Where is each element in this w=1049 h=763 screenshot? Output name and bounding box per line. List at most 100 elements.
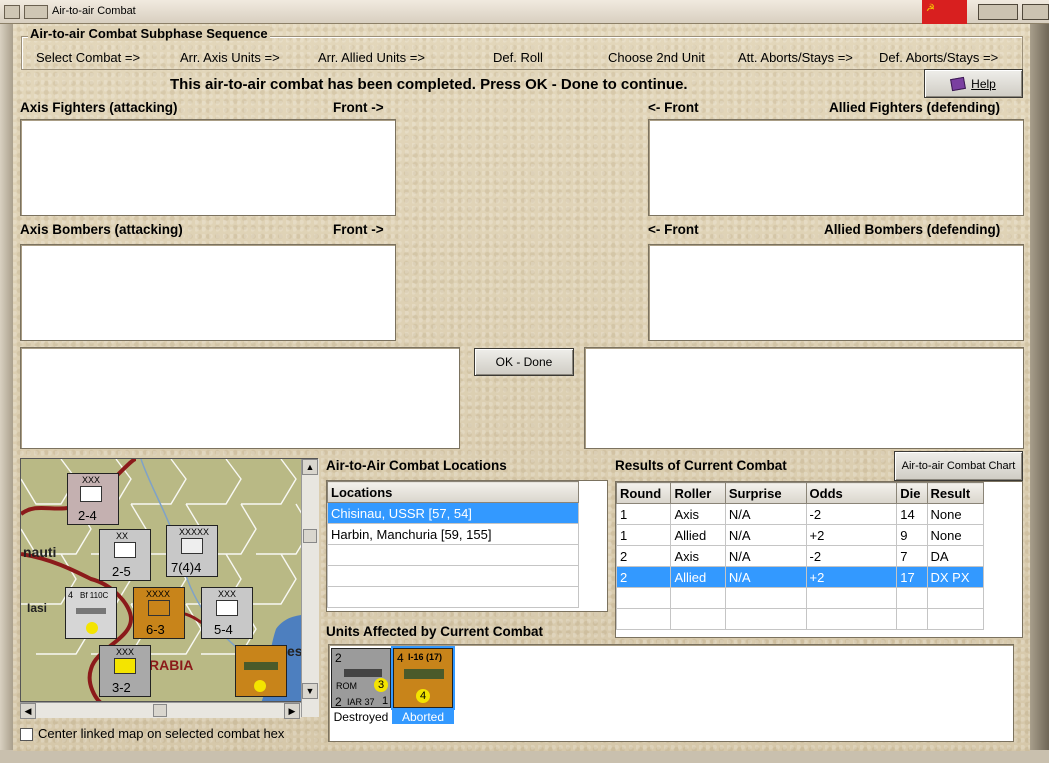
strength-dot [254, 680, 266, 692]
scroll-left-icon[interactable]: ◀ [20, 703, 36, 719]
location-row-empty [327, 586, 579, 608]
allied-bombers-front-label: <- Front [648, 222, 699, 237]
map-counter-i16[interactable] [235, 645, 287, 697]
axis-fighters-front-label: Front -> [333, 100, 384, 115]
subphase-sequence-title: Air-to-air Combat Subphase Sequence [28, 26, 270, 41]
help-button[interactable]: Help [924, 69, 1023, 98]
locations-table[interactable]: Locations Chisinau, USSR [57, 54] Harbin… [326, 480, 608, 612]
seq-step-select-combat: Select Combat => [36, 50, 141, 65]
map-horizontal-scrollbar[interactable]: ◀ ▶ [20, 702, 301, 719]
window-title: Air-to-air Combat [52, 5, 136, 17]
axis-fighters-label: Axis Fighters (attacking) [20, 100, 178, 115]
col-surprise: Surprise [724, 482, 807, 504]
col-round: Round [616, 482, 672, 504]
axis-fighters-box[interactable] [20, 119, 396, 216]
allied-fighters-box[interactable] [648, 119, 1024, 216]
aircraft-icon [244, 662, 278, 670]
map-counter-3-2[interactable]: XXX 3-2 [99, 645, 151, 697]
locations-title: Air-to-Air Combat Locations [326, 458, 507, 473]
map-label-iasi: Iasi [27, 601, 48, 615]
map-hscroll-thumb[interactable] [153, 704, 167, 717]
infantry-icon [148, 600, 170, 616]
unit-counter-i16[interactable]: 4 I-16 (17) 4 [391, 646, 455, 710]
map-counter-6-3[interactable]: XXXX 6-3 [133, 587, 185, 639]
window-frame-left [0, 24, 13, 763]
infantry-icon [216, 600, 238, 616]
map-counter-2-5[interactable]: XX 2-5 [99, 529, 151, 581]
results-row[interactable]: 1 Allied N/A +2 9 None [616, 524, 984, 546]
seq-step-arr-axis: Arr. Axis Units => [180, 50, 280, 65]
title-bar: Air-to-air Combat ☭ [0, 0, 1049, 24]
locations-header: Locations [327, 481, 579, 503]
linked-map[interactable]: nauti Iasi RABIA es XXX 2-4 XX 2-5 XXXXX… [20, 458, 318, 702]
map-label-nauti: nauti [23, 544, 57, 560]
help-label: Help [971, 76, 996, 91]
col-result: Result [926, 482, 984, 504]
map-counter-7-4-4[interactable]: XXXXX 7(4)4 [166, 525, 218, 577]
map-vscroll-thumb[interactable] [303, 529, 317, 543]
window-frame-bottom [0, 750, 1049, 763]
location-row[interactable]: Chisinau, USSR [57, 54] [327, 502, 579, 524]
restore-button[interactable] [978, 4, 1018, 20]
status-message: This air-to-air combat has been complete… [170, 76, 688, 93]
seq-step-choose-2nd: Choose 2nd Unit [608, 50, 705, 65]
map-vertical-scrollbar[interactable]: ▲ ▼ [301, 459, 319, 717]
results-row[interactable]: 2 Allied N/A +2 17 DX PX [616, 566, 984, 588]
infantry-icon [80, 486, 102, 502]
map-counter-bf110c[interactable]: 4 Bf 110C [65, 587, 117, 639]
close-button[interactable] [1022, 4, 1049, 20]
map-label-rabia: RABIA [149, 657, 194, 673]
strength-dot: 3 [374, 678, 388, 692]
system-menu-button[interactable] [4, 5, 20, 19]
results-row[interactable]: 2 Axis N/A -2 7 DA [616, 545, 984, 567]
infantry-icon [114, 542, 136, 558]
window-frame-right [1030, 24, 1049, 763]
units-affected-title: Units Affected by Current Combat [326, 624, 544, 639]
results-row-empty [616, 587, 984, 609]
axis-reserve-box[interactable] [20, 347, 460, 449]
allied-fighters-front-label: <- Front [648, 100, 699, 115]
center-map-checkbox[interactable] [20, 728, 33, 741]
scroll-up-icon[interactable]: ▲ [302, 459, 318, 475]
mountain-infantry-icon [114, 658, 136, 674]
seq-step-att-aborts: Att. Aborts/Stays => [738, 50, 853, 65]
axis-bombers-front-label: Front -> [333, 222, 384, 237]
seq-step-arr-allied: Arr. Allied Units => [318, 50, 425, 65]
col-die: Die [896, 482, 928, 504]
results-table[interactable]: Round Roller Surprise Odds Die Result 1A… [615, 481, 1023, 638]
axis-bombers-box[interactable] [20, 244, 396, 341]
location-row-empty [327, 565, 579, 587]
allied-bombers-box[interactable] [648, 244, 1024, 341]
results-row-empty [616, 608, 984, 630]
combat-panel: Air-to-air Combat Subphase Sequence Sele… [13, 24, 1030, 751]
unit-caption-aborted: Aborted [392, 710, 454, 724]
location-row-empty [327, 544, 579, 566]
strength-dot [86, 622, 98, 634]
book-icon [950, 76, 967, 91]
scroll-down-icon[interactable]: ▼ [302, 683, 318, 699]
aircraft-icon [344, 669, 382, 677]
soviet-flag-icon: ☭ [922, 0, 967, 24]
axis-bombers-label: Axis Bombers (attacking) [20, 222, 183, 237]
center-map-label: Center linked map on selected combat hex [38, 726, 285, 741]
armor-icon [181, 538, 203, 554]
strength-dot: 4 [416, 689, 430, 703]
results-row[interactable]: 1 Axis N/A -2 14 None [616, 503, 984, 525]
aircraft-icon [404, 669, 444, 679]
allied-reserve-box[interactable] [584, 347, 1024, 449]
allied-bombers-label: Allied Bombers (defending) [824, 222, 1001, 237]
unit-counter-iar37[interactable]: 2 ROM 3 2 IAR 37 1 [331, 648, 391, 709]
col-roller: Roller [670, 482, 726, 504]
scroll-right-icon[interactable]: ▶ [284, 703, 300, 719]
col-odds: Odds [805, 482, 898, 504]
seq-step-def-aborts: Def. Aborts/Stays => [879, 50, 999, 65]
map-counter-2-4[interactable]: XXX 2-4 [67, 473, 119, 525]
ok-done-button[interactable]: OK - Done [474, 348, 574, 376]
window-icon [24, 5, 48, 19]
map-counter-5-4[interactable]: XXX 5-4 [201, 587, 253, 639]
air-combat-chart-button[interactable]: Air-to-air Combat Chart [894, 451, 1023, 481]
seq-step-def-roll: Def. Roll [493, 50, 543, 65]
aircraft-icon [76, 608, 106, 614]
location-row[interactable]: Harbin, Manchuria [59, 155] [327, 523, 579, 545]
unit-caption-destroyed: Destroyed [333, 710, 389, 724]
